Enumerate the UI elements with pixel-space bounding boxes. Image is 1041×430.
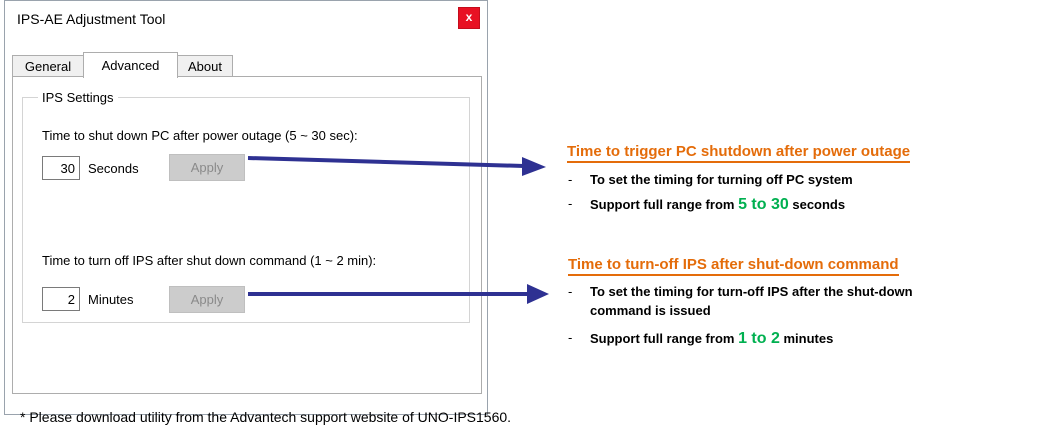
bullet-suffix: seconds: [788, 197, 846, 212]
bullet-dash: -: [568, 196, 573, 211]
bullet-dash: -: [568, 330, 573, 345]
bullet-prefix: Support full range from: [590, 331, 739, 346]
bullet-dash: -: [568, 284, 573, 299]
pc-shutdown-callout-title: Time to trigger PC shutdown after power …: [567, 143, 911, 163]
minutes-range: 1 to 2: [738, 330, 780, 347]
bullet-text-line-2: command is issued: [590, 303, 711, 318]
bullet-suffix: minutes: [779, 331, 834, 346]
bullet-dash: -: [568, 172, 573, 187]
bullet-text-line-1: To set the timing for turn-off IPS after…: [590, 284, 913, 299]
bullet-text-wrapper: Support full range from 1 to 2 minutes: [590, 330, 833, 348]
bullet-text: To set the timing for turning off PC sys…: [590, 172, 853, 187]
download-footnote: * Please download utility from the Advan…: [20, 409, 512, 425]
arrow-ips-off: [248, 284, 549, 304]
bullet-text-wrapper: Support full range from 5 to 30 seconds: [590, 196, 845, 214]
ips-off-callout-title: Time to turn-off IPS after shut-down com…: [568, 256, 899, 276]
bullet-prefix: Support full range from: [590, 197, 739, 212]
tab-advanced[interactable]: Advanced: [83, 52, 178, 78]
arrow-pc-shutdown: [247, 156, 546, 176]
seconds-range: 5 to 30: [738, 196, 789, 213]
